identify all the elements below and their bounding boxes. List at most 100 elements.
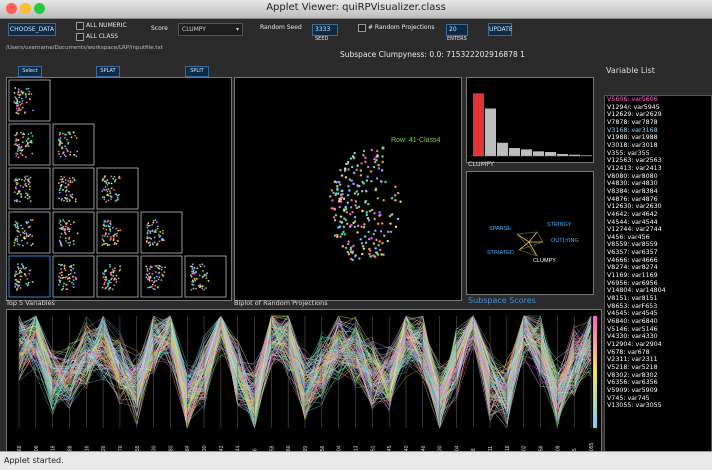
variable-list-item[interactable]: V745: var745 <box>605 395 711 403</box>
variable-list-item[interactable]: V2311: var2311 <box>605 356 711 364</box>
variable-list-item[interactable]: V4876: var4876 <box>605 196 711 204</box>
variable-list-item[interactable]: V5218: var5218 <box>605 364 711 372</box>
variable-list-item[interactable]: V4545: var4545 <box>605 310 711 318</box>
variable-list-item[interactable]: V3168: var3168 <box>605 127 711 135</box>
variable-list-item[interactable]: V1169: var1169 <box>605 272 711 280</box>
variable-list-item[interactable]: V4544: var4544 <box>605 219 711 227</box>
scatter-point <box>20 192 22 195</box>
scatter-point <box>146 270 149 272</box>
variable-list-item[interactable]: V12413: var2413 <box>605 165 711 173</box>
random-seed-input[interactable]: 3333 <box>312 24 338 36</box>
scatter-point <box>31 219 34 221</box>
variable-list-item[interactable]: V8080: var8080 <box>605 173 711 181</box>
scatter-point <box>106 285 109 287</box>
histogram-bar[interactable] <box>497 142 508 156</box>
variable-list-item[interactable]: V4830: var4830 <box>605 180 711 188</box>
variable-list-item[interactable]: V8274: var8274 <box>605 264 711 272</box>
variable-list-item[interactable]: V4666: var4666 <box>605 257 711 265</box>
variable-list-item[interactable]: V1988: var1988 <box>605 134 711 142</box>
projection-point <box>347 253 351 256</box>
variable-list-item[interactable]: V8653: varF653 <box>605 303 711 311</box>
variable-list-item[interactable]: V13055: var3055 <box>605 402 711 410</box>
scatter-cell[interactable] <box>52 211 95 254</box>
split-button[interactable]: SPLIT <box>185 66 209 77</box>
scatter-cell[interactable] <box>184 255 227 298</box>
scatter-point <box>62 151 65 154</box>
scatter-cell[interactable] <box>140 255 183 298</box>
score-label: OUTLYING <box>551 238 579 244</box>
scatter-cell[interactable] <box>96 167 139 210</box>
scatter-cell[interactable] <box>52 255 95 298</box>
splat-button[interactable]: SPLAT <box>96 66 120 77</box>
variable-list-item[interactable]: V456: var456 <box>605 234 711 242</box>
scatter-point <box>108 182 111 184</box>
projection-point <box>380 169 384 172</box>
histogram-bar[interactable] <box>521 149 532 156</box>
scatter-cell[interactable] <box>52 167 95 210</box>
variable-list-item[interactable]: V7878: var7878 <box>605 119 711 127</box>
all-class-checkbox[interactable] <box>76 33 84 41</box>
variable-list-item[interactable]: V8384: var8384 <box>605 188 711 196</box>
scatter-point <box>105 276 108 279</box>
variable-list-item[interactable]: V355: var355 <box>605 150 711 158</box>
num-projections-input[interactable]: 20 <box>446 24 468 36</box>
score-select[interactable]: CLUMPY ▾ <box>178 23 243 36</box>
scatter-point <box>109 190 111 193</box>
scatter-cell[interactable] <box>96 211 139 254</box>
variable-list-item[interactable]: V12630: var2630 <box>605 203 711 211</box>
update-button[interactable]: UPDATE <box>488 23 513 36</box>
subspace-scores-plot[interactable]: SPARSE STRINGY OUTLYING STRIATED CLUMPY <box>466 171 594 295</box>
variable-list-item[interactable]: V6356: var6356 <box>605 379 711 387</box>
variable-list-item[interactable]: V8302: var8302 <box>605 372 711 380</box>
scatterplot-matrix[interactable] <box>6 77 232 301</box>
variable-list-item[interactable]: V8151: var8151 <box>605 295 711 303</box>
scatter-cell[interactable] <box>8 167 51 210</box>
scatter-cell[interactable] <box>8 123 51 166</box>
select-button[interactable]: Select <box>18 66 42 77</box>
projections-checkbox[interactable] <box>358 24 366 32</box>
histogram-bar[interactable] <box>533 151 544 156</box>
variable-list-item[interactable]: V6956: var6956 <box>605 280 711 288</box>
histogram-bar[interactable] <box>485 108 496 156</box>
scatter-cell[interactable] <box>96 255 139 298</box>
variable-list-item[interactable]: V6357: var6357 <box>605 249 711 257</box>
variable-list-item[interactable]: V4642: var4642 <box>605 211 711 219</box>
scatter-point <box>207 280 210 282</box>
clumpy-histogram[interactable] <box>466 77 594 163</box>
all-numeric-checkbox[interactable] <box>76 22 84 30</box>
projection-point <box>362 247 366 250</box>
variable-list-item[interactable]: V12904: var2904 <box>605 341 711 349</box>
scatter-cell[interactable] <box>8 79 51 122</box>
projection-point <box>355 190 358 193</box>
variable-list-item[interactable]: V678: var678 <box>605 349 711 357</box>
histogram-bar[interactable] <box>509 148 520 156</box>
variable-list-item[interactable]: V14804: var14804 <box>605 287 711 295</box>
scatter-cell[interactable] <box>8 211 51 254</box>
variable-list-item[interactable]: V8559: var8559 <box>605 241 711 249</box>
projection-point <box>339 235 342 238</box>
histogram-bar[interactable] <box>473 93 484 156</box>
scatter-point <box>24 274 27 277</box>
scatter-point <box>21 141 24 144</box>
variable-list-item[interactable]: V12629: var2629 <box>605 111 711 119</box>
variable-list-item[interactable]: V12563: var2563 <box>605 157 711 165</box>
variable-list-item[interactable]: V5606: var5606 <box>605 96 711 104</box>
projection-plot[interactable]: Row: 41-Class4 <box>234 77 462 301</box>
variable-list[interactable]: V5606: var5606 V1294/: var5945 V12629: var… <box>604 95 712 464</box>
scatter-point <box>150 237 153 240</box>
scatter-cell[interactable] <box>140 211 183 254</box>
variable-list-item[interactable]: V6840: var6840 <box>605 318 711 326</box>
variable-list-item[interactable]: V5909: var5909 <box>605 387 711 395</box>
choose-data-button[interactable]: CHOOSE_DATA <box>8 23 56 36</box>
variable-list-item[interactable]: V3018: var3018 <box>605 142 711 150</box>
variable-list-item[interactable]: V5146: var5146 <box>605 326 711 334</box>
scatter-cell[interactable] <box>8 255 51 298</box>
variable-list-item[interactable]: V4330: var4330 <box>605 333 711 341</box>
variable-list-item[interactable]: V12744: var2744 <box>605 226 711 234</box>
scatter-cell[interactable] <box>52 123 95 166</box>
parallel-coordinates-plot[interactable]: V3168V5606V3018V1988V4516V8126V4876V1355… <box>6 309 602 465</box>
scatter-point <box>59 140 62 143</box>
variable-list-item[interactable]: V1294/: var5945 <box>605 104 711 112</box>
histogram-bar[interactable] <box>545 152 556 156</box>
projection-point <box>367 202 370 206</box>
